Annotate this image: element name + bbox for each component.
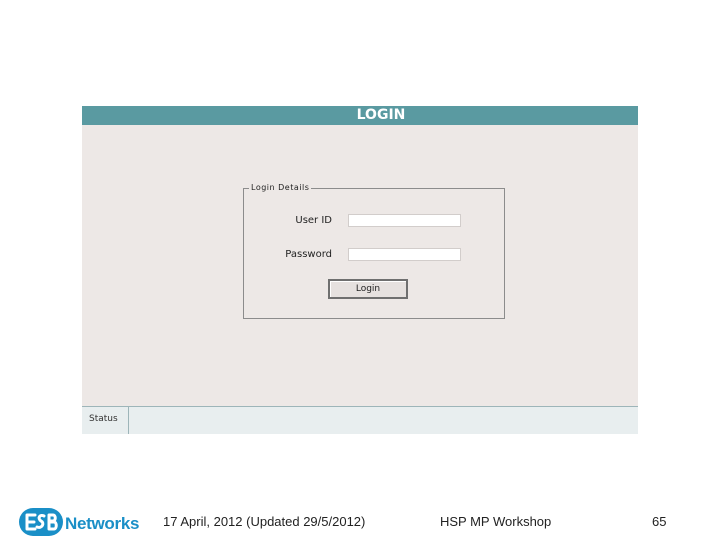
title-bar: LOGIN — [82, 106, 638, 125]
user-id-label: User ID — [295, 215, 332, 226]
status-label: Status — [82, 407, 129, 434]
status-bar: Status — [82, 406, 638, 434]
login-button[interactable]: Login — [328, 279, 408, 299]
password-label: Password — [285, 249, 332, 260]
footer-event: HSP MP Workshop — [440, 514, 552, 529]
esb-logo-icon — [19, 508, 63, 536]
user-id-input[interactable] — [348, 214, 461, 227]
page-number: 65 — [652, 514, 667, 529]
window-title: LOGIN — [356, 107, 406, 123]
esb-networks-logo: Networks — [18, 506, 142, 540]
login-window: LOGIN Login Details User ID Password Log… — [82, 106, 638, 434]
login-details-group: Login Details User ID Password Login — [243, 182, 505, 319]
footer-date: 17 April, 2012 (Updated 29/5/2012) — [163, 514, 366, 529]
logo-text: Networks — [65, 514, 140, 533]
password-input[interactable] — [348, 248, 461, 261]
login-details-legend: Login Details — [249, 182, 312, 194]
